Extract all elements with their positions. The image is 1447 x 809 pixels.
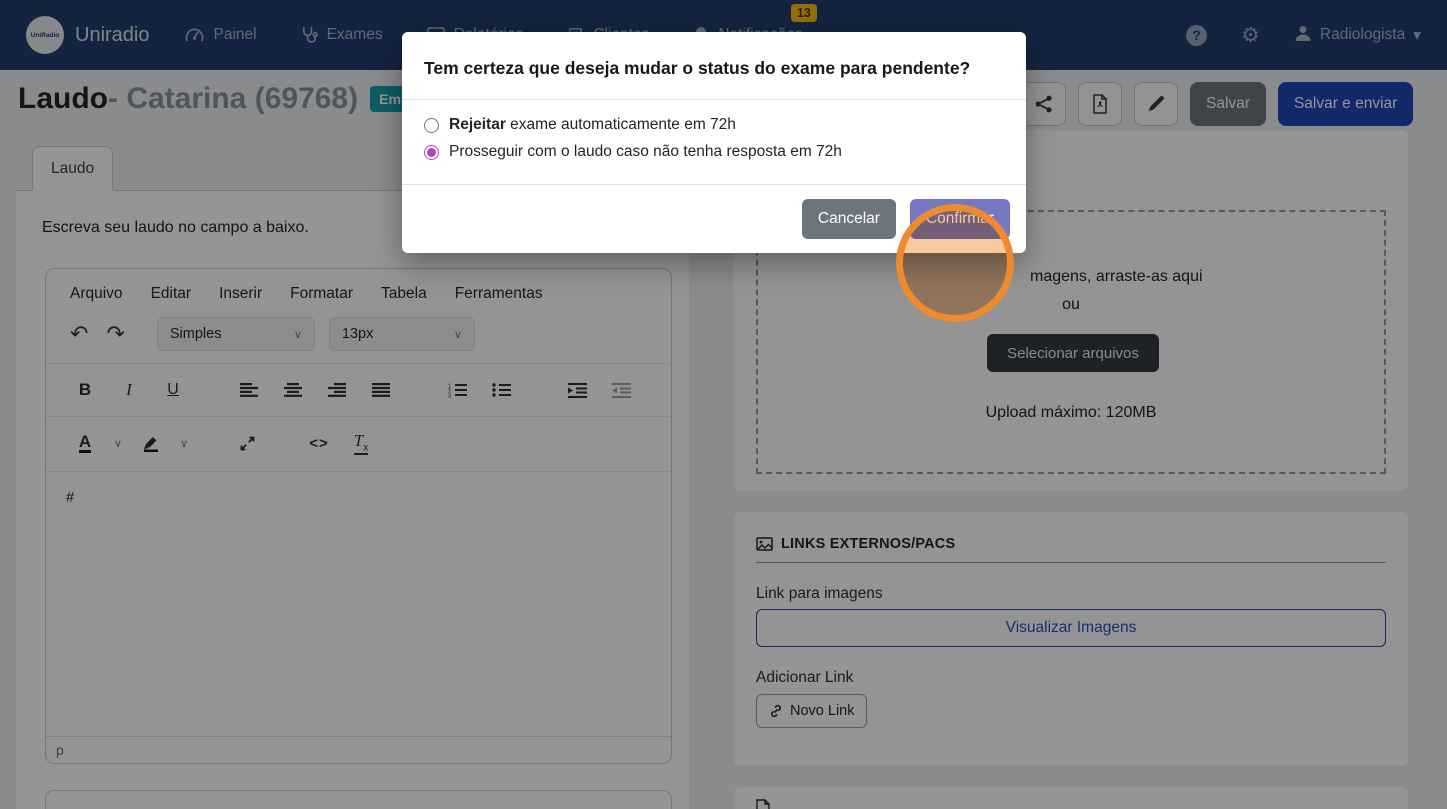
rejeitar-radio[interactable] (424, 118, 439, 133)
confirm-button[interactable]: Confirmar (910, 199, 1010, 239)
confirm-status-modal: Tem certeza que deseja mudar o status do… (402, 32, 1026, 253)
modal-title: Tem certeza que deseja mudar o status do… (402, 32, 1026, 100)
page: UniRadio Uniradio Painel Exames Relatóri… (0, 0, 1447, 809)
modal-footer: Cancelar Confirmar (402, 184, 1026, 253)
modal-body: Rejeitar exame automaticamente em 72h Pr… (402, 100, 1026, 184)
option-prosseguir-label: Prosseguir com o laudo caso não tenha re… (449, 143, 842, 161)
option-rejeitar[interactable]: Rejeitar exame automaticamente em 72h (424, 116, 1004, 134)
option-prosseguir[interactable]: Prosseguir com o laudo caso não tenha re… (424, 143, 1004, 161)
prosseguir-radio[interactable] (424, 145, 439, 160)
cancel-button[interactable]: Cancelar (802, 199, 896, 239)
option-rejeitar-label: Rejeitar exame automaticamente em 72h (449, 116, 736, 134)
